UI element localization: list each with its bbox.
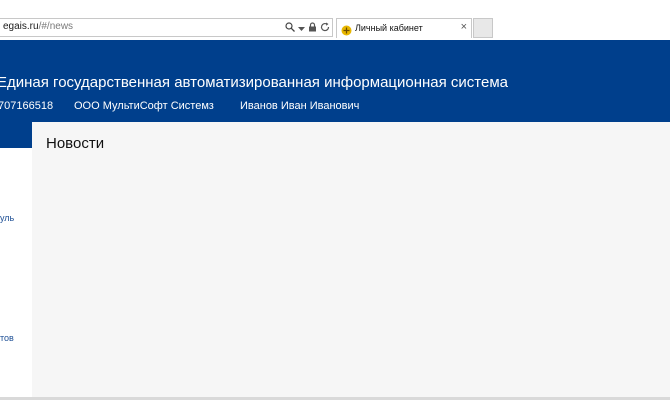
lock-icon[interactable] <box>308 19 317 37</box>
app-header: Единая государственная автоматизированна… <box>0 40 670 122</box>
sidebar-active-item[interactable] <box>0 122 32 148</box>
sidebar: уль тов <box>0 122 32 400</box>
address-path: /#/news <box>38 21 74 32</box>
org-inn: 707166518 <box>0 100 54 112</box>
site-favicon-icon <box>341 23 352 36</box>
sidebar-item[interactable]: тов <box>0 333 14 343</box>
sidebar-item[interactable]: уль <box>0 213 14 223</box>
address-text[interactable]: egais.ru/#/news <box>3 21 73 32</box>
close-icon[interactable]: × <box>461 21 467 33</box>
app-title: Единая государственная автоматизированна… <box>0 74 509 91</box>
new-tab-button[interactable] <box>473 18 493 38</box>
page-title: Новости <box>46 135 105 152</box>
user-name[interactable]: Иванов Иван Иванович <box>240 100 359 112</box>
browser-tab[interactable]: Личный кабинет × <box>336 18 472 38</box>
tab-title: Личный кабинет <box>355 23 423 33</box>
org-name[interactable]: ООО МультиСофт Системз <box>74 100 214 112</box>
main-content: Новости <box>32 122 670 400</box>
address-host: egais.ru <box>3 21 39 32</box>
address-bar[interactable]: egais.ru/#/news <box>0 18 333 37</box>
dropdown-icon[interactable] <box>298 19 305 37</box>
address-icons <box>285 20 330 36</box>
search-icon[interactable] <box>285 19 295 37</box>
browser-chrome: egais.ru/#/news Личный кабинет × <box>0 0 670 40</box>
refresh-icon[interactable] <box>320 19 330 37</box>
